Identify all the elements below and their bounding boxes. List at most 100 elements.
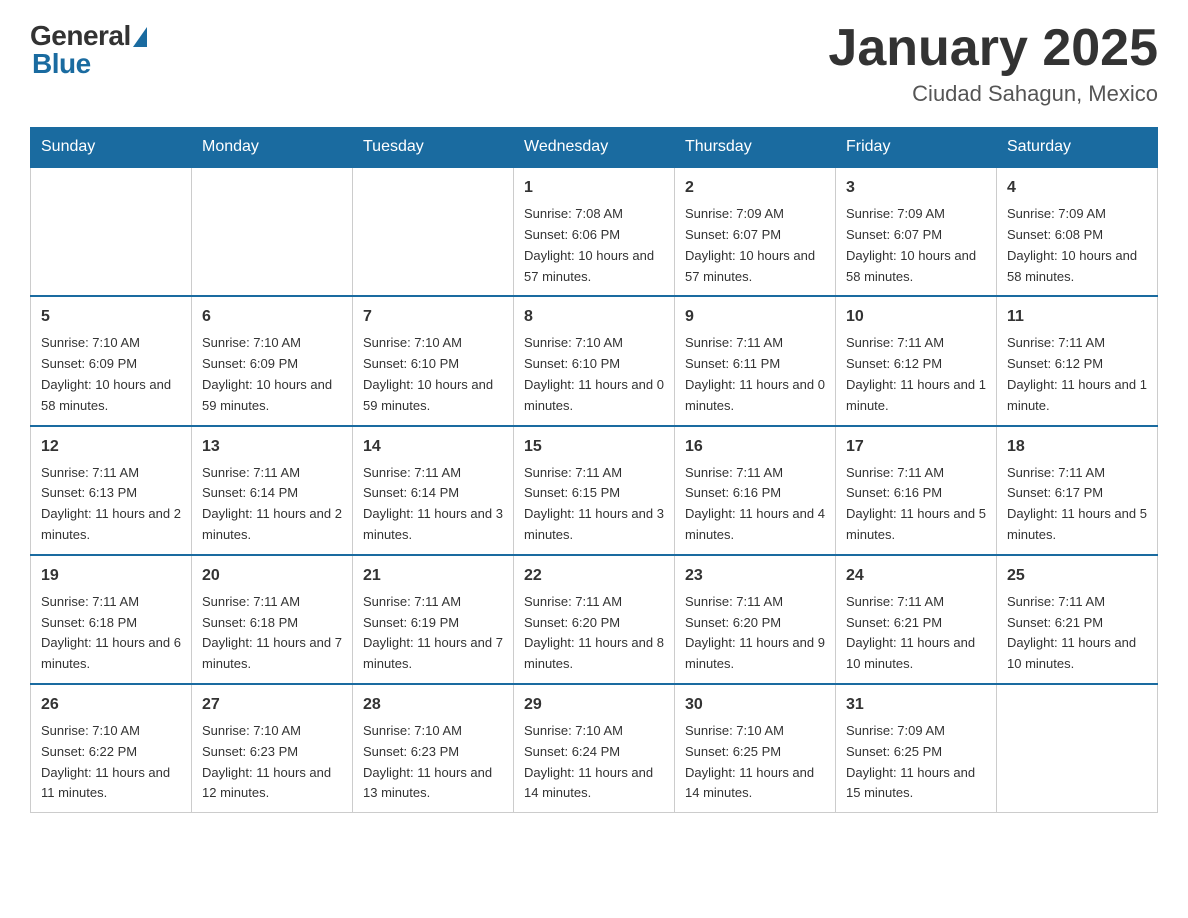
day-info: Sunrise: 7:11 AMSunset: 6:13 PMDaylight:… <box>41 463 181 546</box>
day-number: 14 <box>363 435 503 459</box>
calendar-cell: 28 Sunrise: 7:10 AMSunset: 6:23 PMDayligh… <box>353 684 514 813</box>
title-block: January 2025 Ciudad Sahagun, Mexico <box>828 20 1158 107</box>
day-number: 1 <box>524 176 664 200</box>
day-info: Sunrise: 7:10 AMSunset: 6:09 PMDaylight:… <box>202 333 342 416</box>
day-number: 25 <box>1007 564 1147 588</box>
calendar-cell: 19 Sunrise: 7:11 AMSunset: 6:18 PMDayligh… <box>31 555 192 684</box>
calendar-cell <box>31 167 192 296</box>
day-info: Sunrise: 7:10 AMSunset: 6:24 PMDaylight:… <box>524 721 664 804</box>
calendar-header-row: SundayMondayTuesdayWednesdayThursdayFrid… <box>31 128 1158 168</box>
day-number: 4 <box>1007 176 1147 200</box>
day-info: Sunrise: 7:10 AMSunset: 6:23 PMDaylight:… <box>363 721 503 804</box>
column-header-thursday: Thursday <box>675 128 836 168</box>
day-number: 29 <box>524 693 664 717</box>
day-number: 11 <box>1007 305 1147 329</box>
column-header-sunday: Sunday <box>31 128 192 168</box>
day-number: 10 <box>846 305 986 329</box>
calendar-cell: 13 Sunrise: 7:11 AMSunset: 6:14 PMDayligh… <box>192 426 353 555</box>
day-number: 30 <box>685 693 825 717</box>
day-number: 13 <box>202 435 342 459</box>
day-info: Sunrise: 7:10 AMSunset: 6:10 PMDaylight:… <box>363 333 503 416</box>
day-info: Sunrise: 7:11 AMSunset: 6:14 PMDaylight:… <box>363 463 503 546</box>
day-number: 6 <box>202 305 342 329</box>
calendar-cell: 17 Sunrise: 7:11 AMSunset: 6:16 PMDayligh… <box>836 426 997 555</box>
day-info: Sunrise: 7:10 AMSunset: 6:10 PMDaylight:… <box>524 333 664 416</box>
day-info: Sunrise: 7:11 AMSunset: 6:19 PMDaylight:… <box>363 592 503 675</box>
day-info: Sunrise: 7:11 AMSunset: 6:14 PMDaylight:… <box>202 463 342 546</box>
day-info: Sunrise: 7:09 AMSunset: 6:07 PMDaylight:… <box>846 204 986 287</box>
calendar-cell: 5Sunrise: 7:10 AMSunset: 6:09 PMDaylight… <box>31 296 192 425</box>
calendar-cell: 12 Sunrise: 7:11 AMSunset: 6:13 PMDayligh… <box>31 426 192 555</box>
day-number: 28 <box>363 693 503 717</box>
day-number: 7 <box>363 305 503 329</box>
column-header-wednesday: Wednesday <box>514 128 675 168</box>
day-info: Sunrise: 7:11 AMSunset: 6:12 PMDaylight:… <box>1007 333 1147 416</box>
calendar-week-row: 26 Sunrise: 7:10 AMSunset: 6:22 PMDayligh… <box>31 684 1158 813</box>
day-info: Sunrise: 7:10 AMSunset: 6:25 PMDaylight:… <box>685 721 825 804</box>
day-info: Sunrise: 7:11 AMSunset: 6:16 PMDaylight:… <box>685 463 825 546</box>
column-header-monday: Monday <box>192 128 353 168</box>
day-info: Sunrise: 7:09 AMSunset: 6:25 PMDaylight:… <box>846 721 986 804</box>
day-number: 31 <box>846 693 986 717</box>
day-number: 24 <box>846 564 986 588</box>
calendar-cell: 21 Sunrise: 7:11 AMSunset: 6:19 PMDayligh… <box>353 555 514 684</box>
logo-blue-text: Blue <box>32 48 91 80</box>
logo: General Blue <box>30 20 147 80</box>
day-info: Sunrise: 7:11 AMSunset: 6:18 PMDaylight:… <box>41 592 181 675</box>
day-number: 26 <box>41 693 181 717</box>
calendar-week-row: 1 Sunrise: 7:08 AMSunset: 6:06 PMDaylight… <box>31 167 1158 296</box>
day-number: 9 <box>685 305 825 329</box>
day-number: 27 <box>202 693 342 717</box>
calendar-cell <box>192 167 353 296</box>
day-number: 2 <box>685 176 825 200</box>
day-info: Sunrise: 7:11 AMSunset: 6:20 PMDaylight:… <box>685 592 825 675</box>
day-info: Sunrise: 7:10 AMSunset: 6:22 PMDaylight:… <box>41 721 181 804</box>
calendar-week-row: 19 Sunrise: 7:11 AMSunset: 6:18 PMDayligh… <box>31 555 1158 684</box>
day-info: Sunrise: 7:11 AMSunset: 6:17 PMDaylight:… <box>1007 463 1147 546</box>
day-info: Sunrise: 7:11 AMSunset: 6:20 PMDaylight:… <box>524 592 664 675</box>
calendar-cell <box>353 167 514 296</box>
day-info: Sunrise: 7:11 AMSunset: 6:12 PMDaylight:… <box>846 333 986 416</box>
day-info: Sunrise: 7:10 AMSunset: 6:23 PMDaylight:… <box>202 721 342 804</box>
day-number: 21 <box>363 564 503 588</box>
day-number: 23 <box>685 564 825 588</box>
calendar-title: January 2025 <box>828 20 1158 77</box>
day-info: Sunrise: 7:09 AMSunset: 6:07 PMDaylight:… <box>685 204 825 287</box>
calendar-cell: 1 Sunrise: 7:08 AMSunset: 6:06 PMDaylight… <box>514 167 675 296</box>
day-info: Sunrise: 7:11 AMSunset: 6:21 PMDaylight:… <box>846 592 986 675</box>
day-info: Sunrise: 7:09 AMSunset: 6:08 PMDaylight:… <box>1007 204 1147 287</box>
day-number: 16 <box>685 435 825 459</box>
day-number: 17 <box>846 435 986 459</box>
day-number: 18 <box>1007 435 1147 459</box>
day-info: Sunrise: 7:08 AMSunset: 6:06 PMDaylight:… <box>524 204 664 287</box>
calendar-subtitle: Ciudad Sahagun, Mexico <box>828 81 1158 107</box>
page-header: General Blue January 2025 Ciudad Sahagun… <box>30 20 1158 107</box>
calendar-cell: 25Sunrise: 7:11 AMSunset: 6:21 PMDayligh… <box>997 555 1158 684</box>
column-header-friday: Friday <box>836 128 997 168</box>
calendar-cell: 20 Sunrise: 7:11 AMSunset: 6:18 PMDayligh… <box>192 555 353 684</box>
calendar-table: SundayMondayTuesdayWednesdayThursdayFrid… <box>30 127 1158 813</box>
day-number: 8 <box>524 305 664 329</box>
calendar-cell: 7 Sunrise: 7:10 AMSunset: 6:10 PMDaylight… <box>353 296 514 425</box>
calendar-cell: 29 Sunrise: 7:10 AMSunset: 6:24 PMDayligh… <box>514 684 675 813</box>
day-number: 15 <box>524 435 664 459</box>
day-number: 19 <box>41 564 181 588</box>
calendar-cell: 15 Sunrise: 7:11 AMSunset: 6:15 PMDayligh… <box>514 426 675 555</box>
day-number: 12 <box>41 435 181 459</box>
calendar-cell <box>997 684 1158 813</box>
day-info: Sunrise: 7:11 AMSunset: 6:11 PMDaylight:… <box>685 333 825 416</box>
calendar-cell: 24 Sunrise: 7:11 AMSunset: 6:21 PMDayligh… <box>836 555 997 684</box>
calendar-cell: 11 Sunrise: 7:11 AMSunset: 6:12 PMDayligh… <box>997 296 1158 425</box>
day-info: Sunrise: 7:11 AMSunset: 6:16 PMDaylight:… <box>846 463 986 546</box>
calendar-cell: 14 Sunrise: 7:11 AMSunset: 6:14 PMDayligh… <box>353 426 514 555</box>
column-header-tuesday: Tuesday <box>353 128 514 168</box>
calendar-cell: 16 Sunrise: 7:11 AMSunset: 6:16 PMDayligh… <box>675 426 836 555</box>
calendar-cell: 10 Sunrise: 7:11 AMSunset: 6:12 PMDayligh… <box>836 296 997 425</box>
calendar-cell: 4 Sunrise: 7:09 AMSunset: 6:08 PMDaylight… <box>997 167 1158 296</box>
day-number: 20 <box>202 564 342 588</box>
calendar-cell: 18 Sunrise: 7:11 AMSunset: 6:17 PMDayligh… <box>997 426 1158 555</box>
calendar-cell: 30 Sunrise: 7:10 AMSunset: 6:25 PMDayligh… <box>675 684 836 813</box>
day-info: Sunrise: 7:11 AMSunset: 6:18 PMDaylight:… <box>202 592 342 675</box>
day-info: Sunrise: 7:11 AMSunset: 6:15 PMDaylight:… <box>524 463 664 546</box>
calendar-week-row: 5Sunrise: 7:10 AMSunset: 6:09 PMDaylight… <box>31 296 1158 425</box>
